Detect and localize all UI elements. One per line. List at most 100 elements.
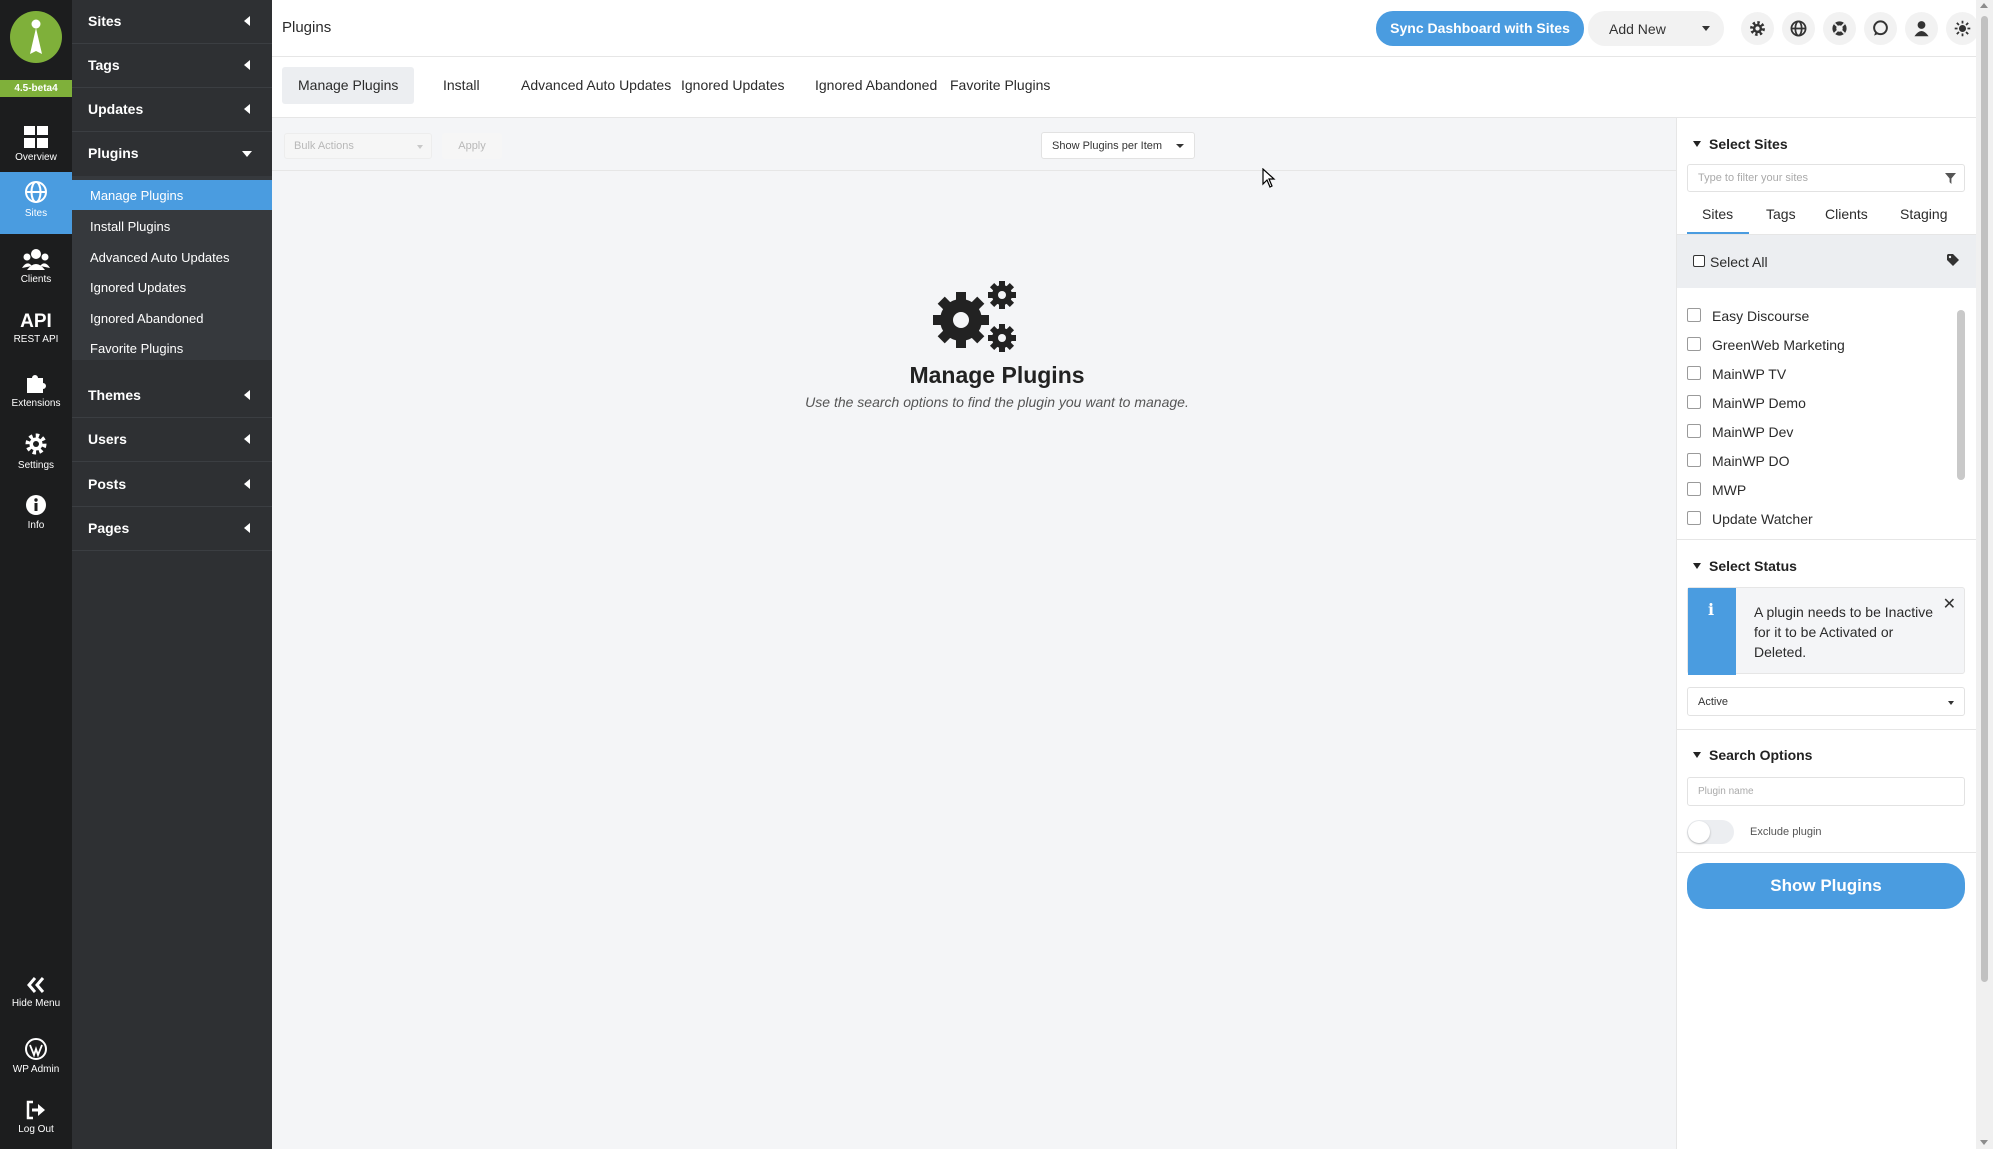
rail-overview-label: Overview: [15, 152, 57, 163]
select-status-header[interactable]: Select Status: [1693, 558, 1797, 574]
status-select[interactable]: Active: [1687, 687, 1965, 716]
search-options-header[interactable]: Search Options: [1693, 747, 1812, 763]
tab-favorite-plugins[interactable]: Favorite Plugins: [934, 67, 1066, 104]
submenu-install-plugins[interactable]: Install Plugins: [72, 211, 272, 241]
help-button[interactable]: [1823, 12, 1856, 45]
tab-install[interactable]: Install: [427, 67, 496, 104]
select-all-row[interactable]: Select All: [1677, 235, 1977, 288]
info-icon: i: [1708, 600, 1715, 619]
menu-updates[interactable]: Updates: [72, 88, 272, 132]
page-scrollbar[interactable]: [1976, 0, 1993, 1149]
menu-plugins[interactable]: Plugins: [72, 132, 272, 176]
close-icon[interactable]: ✕: [1943, 594, 1956, 614]
panel-tab-tags[interactable]: Tags: [1766, 206, 1796, 222]
mainwp-logo[interactable]: [10, 11, 62, 63]
user-button[interactable]: [1905, 12, 1938, 45]
caret-left-icon: [244, 390, 250, 400]
submenu-ignored-updates[interactable]: Ignored Updates: [72, 272, 272, 302]
rail-overview[interactable]: Overview: [0, 118, 72, 178]
site-checkbox[interactable]: [1687, 482, 1701, 496]
bulk-actions-label: Bulk Actions: [294, 140, 354, 152]
site-filter-input[interactable]: Type to filter your sites: [1687, 164, 1965, 192]
scrollbar-thumb[interactable]: [1981, 16, 1988, 982]
rail-sites[interactable]: Sites: [0, 172, 72, 234]
info-icon: [26, 495, 46, 515]
submenu-favorite-plugins[interactable]: Favorite Plugins: [72, 333, 272, 363]
submenu-manage-plugins[interactable]: Manage Plugins: [72, 180, 272, 210]
exclude-plugin-toggle[interactable]: [1687, 820, 1734, 844]
menu-themes[interactable]: Themes: [72, 374, 272, 418]
site-item[interactable]: MainWP TV: [1677, 359, 1957, 388]
bulk-actions-select[interactable]: Bulk Actions: [284, 133, 432, 159]
menu-posts-label: Posts: [88, 476, 127, 492]
rail-log-out[interactable]: Log Out: [0, 1092, 72, 1149]
site-item[interactable]: MainWP Dev: [1677, 417, 1957, 446]
sites-button[interactable]: [1782, 12, 1815, 45]
panel-tab-staging[interactable]: Staging: [1900, 206, 1947, 222]
site-item[interactable]: MainWP Demo: [1677, 388, 1957, 417]
apply-button[interactable]: Apply: [442, 133, 502, 159]
site-item[interactable]: Easy Discourse: [1677, 301, 1957, 330]
rail-hide-menu[interactable]: Hide Menu: [0, 968, 72, 1028]
site-checkbox[interactable]: [1687, 395, 1701, 409]
rail-clients-label: Clients: [20, 274, 52, 285]
panel-tab-sites[interactable]: Sites: [1702, 206, 1733, 222]
settings-button[interactable]: [1741, 12, 1774, 45]
site-item[interactable]: MWP: [1677, 475, 1957, 504]
menu-sites[interactable]: Sites: [72, 0, 272, 44]
mouse-cursor-icon: [1262, 168, 1276, 188]
rail-settings[interactable]: Settings: [0, 424, 72, 484]
site-checkbox[interactable]: [1687, 337, 1701, 351]
site-item[interactable]: Update Watcher: [1677, 504, 1957, 533]
site-item[interactable]: GreenWeb Marketing: [1677, 330, 1957, 359]
tab-manage-plugins[interactable]: Manage Plugins: [282, 67, 415, 104]
rail-wp-admin[interactable]: WP Admin: [0, 1030, 72, 1090]
per-page-select[interactable]: Show Plugins per Item: [1041, 132, 1195, 159]
tab-advanced-auto-updates[interactable]: Advanced Auto Updates: [505, 67, 687, 104]
caret-left-icon: [244, 479, 250, 489]
menu-tags[interactable]: Tags: [72, 44, 272, 88]
theme-toggle-button[interactable]: [1946, 12, 1979, 45]
menu-users[interactable]: Users: [72, 418, 272, 462]
site-label: MainWP Dev: [1712, 424, 1794, 440]
plugins-submenu: Manage Plugins Install Plugins Advanced …: [72, 176, 272, 360]
show-plugins-button[interactable]: Show Plugins: [1687, 863, 1965, 909]
submenu-advanced-auto-updates[interactable]: Advanced Auto Updates: [72, 242, 272, 272]
chat-button[interactable]: [1864, 12, 1897, 45]
menu-posts[interactable]: Posts: [72, 463, 272, 507]
site-checkbox[interactable]: [1687, 511, 1701, 525]
add-new-button[interactable]: Add New: [1588, 11, 1724, 46]
submenu-ignored-abandoned[interactable]: Ignored Abandoned: [72, 303, 272, 333]
rail-extensions[interactable]: Extensions: [0, 362, 72, 422]
scroll-up-icon[interactable]: [1980, 3, 1988, 8]
life-ring-icon: [1832, 21, 1847, 36]
select-sites-header[interactable]: Select Sites: [1693, 136, 1788, 152]
user-icon: [1914, 21, 1929, 37]
sync-dashboard-button[interactable]: Sync Dashboard with Sites: [1376, 11, 1584, 46]
site-label: MainWP DO: [1712, 453, 1790, 469]
rail-rest-api[interactable]: API REST API: [0, 302, 72, 362]
select-all-label: Select All: [1710, 254, 1768, 270]
site-checkbox[interactable]: [1687, 366, 1701, 380]
site-checkbox[interactable]: [1687, 453, 1701, 467]
site-checkbox[interactable]: [1687, 424, 1701, 438]
rail-info-label: Info: [27, 520, 45, 531]
tab-ignored-abandoned[interactable]: Ignored Abandoned: [799, 67, 953, 104]
panel-tab-clients[interactable]: Clients: [1825, 206, 1868, 222]
plugin-name-input[interactable]: Plugin name: [1687, 777, 1965, 806]
menu-users-label: Users: [88, 431, 127, 447]
rail-info[interactable]: Info: [0, 486, 72, 546]
site-label: MWP: [1712, 482, 1747, 498]
site-checkbox[interactable]: [1687, 308, 1701, 322]
site-item[interactable]: MainWP DO: [1677, 446, 1957, 475]
tab-ignored-updates[interactable]: Ignored Updates: [665, 67, 801, 104]
version-badge: 4.5-beta4: [0, 80, 72, 97]
rail-clients[interactable]: Clients: [0, 240, 72, 300]
site-list-scrollbar[interactable]: [1957, 310, 1965, 480]
caret-down-icon: [1693, 752, 1701, 758]
select-all-checkbox[interactable]: [1693, 255, 1705, 267]
sun-icon: [1954, 20, 1971, 37]
scroll-down-icon[interactable]: [1980, 1140, 1988, 1145]
menu-pages[interactable]: Pages: [72, 507, 272, 551]
menu-plugins-label: Plugins: [88, 145, 139, 161]
